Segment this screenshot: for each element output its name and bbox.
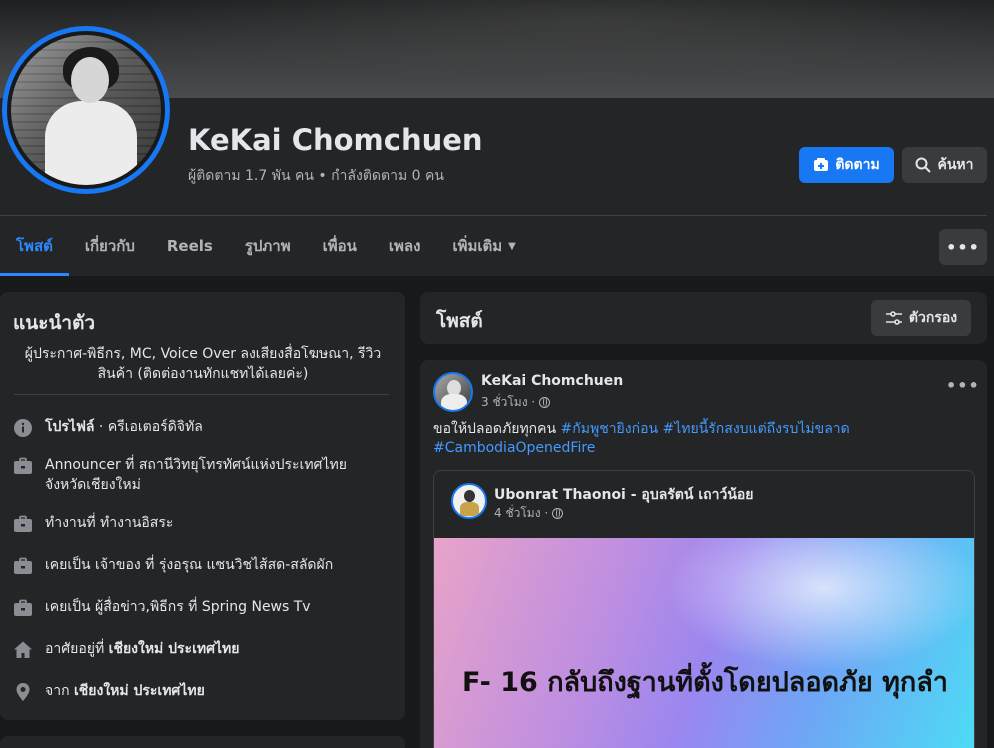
more-dots-icon: ••• (946, 376, 980, 395)
tab-friends[interactable]: เพื่อน (307, 216, 373, 276)
intro-item-bold[interactable]: เชียงใหม่ ประเทศไทย (74, 683, 205, 699)
post-author-avatar[interactable] (433, 372, 473, 412)
intro-item-text[interactable]: Announcer ที่ สถานีวิทยุโทรทัศน์แห่งประเ… (45, 455, 372, 495)
profile-name: KeKai Chomchuen (188, 123, 483, 157)
info-icon (12, 417, 33, 438)
avatar-photo (7, 31, 165, 189)
intro-item-bold[interactable]: เชียงใหม่ ประเทศไทย (109, 641, 240, 657)
tab-label: เกี่ยวกับ (84, 237, 135, 255)
intro-item-from: จาก เชียงใหม่ ประเทศไทย (12, 681, 372, 702)
post-options-button[interactable]: ••• (946, 376, 980, 395)
hashtag-link[interactable]: #CambodiaOpenedFire (433, 440, 595, 456)
post-text: ขอให้ปลอดภัยทุกคน #กัมพูชายิงก่อน #ไทยนี… (433, 420, 973, 458)
home-icon (12, 639, 33, 660)
briefcase-icon (12, 597, 33, 618)
filter-icon (885, 311, 902, 325)
shared-image-text: F- 16 กลับถึงฐานที่ตั้งโดยปลอดภัย ทุกลำ (462, 667, 948, 698)
intro-card: แนะนำตัว ผู้ประกาศ-พิธีกร, MC, Voice Ove… (0, 292, 405, 720)
follow-button[interactable]: ติดตาม (799, 147, 894, 183)
intro-item-work-1: Announcer ที่ สถานีวิทยุโทรทัศน์แห่งประเ… (12, 455, 372, 495)
briefcase-icon (12, 513, 33, 534)
search-icon (915, 157, 932, 173)
intro-item-text[interactable]: เคยเป็น เจ้าของ ที่ รุ่งอรุณ แซนวิชไส้สด… (45, 555, 333, 575)
profile-avatar[interactable] (2, 26, 170, 194)
post-author-name[interactable]: KeKai Chomchuen (481, 373, 623, 389)
tab-label: เพิ่มเติม (452, 237, 503, 255)
shared-timestamp[interactable]: 4 ชั่วโมง · (494, 504, 564, 523)
follow-label: ติดตาม (835, 157, 880, 173)
location-icon (12, 681, 33, 702)
tab-label: Reels (166, 237, 213, 255)
shared-post[interactable]: Ubonrat Thaonoi - อุบลรัตน์ เถาว์น้อย 4 … (433, 470, 975, 748)
tab-label: รูปภาพ (244, 237, 291, 255)
intro-divider (14, 394, 389, 395)
tab-about[interactable]: เกี่ยวกับ (69, 216, 151, 276)
avatar-body (45, 101, 137, 185)
post-text-body: ขอให้ปลอดภัยทุกคน (433, 421, 561, 437)
avatar-body (460, 502, 479, 516)
intro-item-text[interactable]: เคยเป็น ผู้สื่อข่าว,พิธีกร ที่ Spring Ne… (45, 597, 311, 617)
posts-title: โพสต์ (436, 310, 483, 332)
more-dots-icon: ••• (946, 237, 980, 257)
briefcase-icon (12, 555, 33, 576)
tab-music[interactable]: เพลง (373, 216, 437, 276)
tab-photos[interactable]: รูปภาพ (229, 216, 307, 276)
intro-bio: ผู้ประกาศ-พิธีกร, MC, Voice Over ลงเสียง… (24, 346, 382, 382)
intro-item-text: อาศัยอยู่ที่ (45, 641, 109, 657)
tab-reels[interactable]: Reels (151, 216, 229, 276)
filter-label: ตัวกรอง (908, 310, 958, 326)
post-card: KeKai Chomchuen 3 ชั่วโมง · ••• ขอให้ปลอ… (420, 360, 987, 748)
posts-header: โพสต์ ตัวกรอง (420, 292, 987, 344)
intro-item-work-2: ทำงานที่ ทำงานอิสระ (12, 513, 372, 534)
intro-item-bold[interactable]: โปรไฟล์ (45, 419, 94, 435)
briefcase-icon (12, 455, 33, 476)
profile-tabs: โพสต์ เกี่ยวกับ Reels รูปภาพ เพื่อน เพลง… (0, 216, 532, 276)
intro-item-text: จาก (45, 683, 74, 699)
post-time-text: 3 ชั่วโมง · (481, 395, 536, 409)
shared-author-name[interactable]: Ubonrat Thaonoi - อุบลรัตน์ เถาว์น้อย (494, 484, 754, 506)
intro-title: แนะนำตัว (13, 312, 96, 334)
search-label: ค้นหา (937, 157, 974, 173)
shared-post-image[interactable]: F- 16 กลับถึงฐานที่ตั้งโดยปลอดภัย ทุกลำ (434, 538, 974, 748)
chevron-down-icon: ▼ (508, 240, 516, 252)
tab-posts[interactable]: โพสต์ (0, 216, 69, 276)
avatar-face (464, 490, 475, 502)
more-options-button[interactable]: ••• (939, 229, 987, 265)
intro-item-work-3: เคยเป็น เจ้าของ ที่ รุ่งอรุณ แซนวิชไส้สด… (12, 555, 372, 576)
next-card (0, 736, 405, 748)
search-button[interactable]: ค้นหา (902, 147, 987, 183)
hashtag-link[interactable]: #กัมพูชายิงก่อน (561, 421, 659, 437)
shared-author-avatar[interactable] (451, 483, 487, 519)
intro-item-work-4: เคยเป็น ผู้สื่อข่าว,พิธีกร ที่ Spring Ne… (12, 597, 372, 618)
tab-label: เพื่อน (322, 237, 357, 255)
globe-icon (552, 508, 564, 519)
post-timestamp[interactable]: 3 ชั่วโมง · (481, 393, 551, 412)
globe-icon (539, 397, 551, 408)
filter-button[interactable]: ตัวกรอง (871, 300, 971, 336)
avatar-face (71, 57, 109, 103)
intro-item-text: · ครีเอเตอร์ดิจิทัล (94, 419, 203, 435)
avatar-body (441, 394, 467, 410)
intro-item-lives: อาศัยอยู่ที่ เชียงใหม่ ประเทศไทย (12, 639, 372, 660)
hashtag-link[interactable]: #ไทยนี้รักสงบแต่ถึงรบไม่ขลาด (663, 421, 850, 437)
intro-item-text[interactable]: ทำงานที่ ทำงานอิสระ (45, 513, 173, 533)
tab-more[interactable]: เพิ่มเติม ▼ (436, 216, 531, 276)
profile-stats[interactable]: ผู้ติดตาม 1.7 พัน คน • กำลังติดตาม 0 คน (188, 165, 444, 187)
follow-icon (814, 158, 829, 171)
tab-label: โพสต์ (16, 237, 53, 255)
intro-item-profile: โปรไฟล์ · ครีเอเตอร์ดิจิทัล (12, 417, 372, 438)
shared-time-text: 4 ชั่วโมง · (494, 506, 549, 520)
tab-label: เพลง (388, 237, 421, 255)
